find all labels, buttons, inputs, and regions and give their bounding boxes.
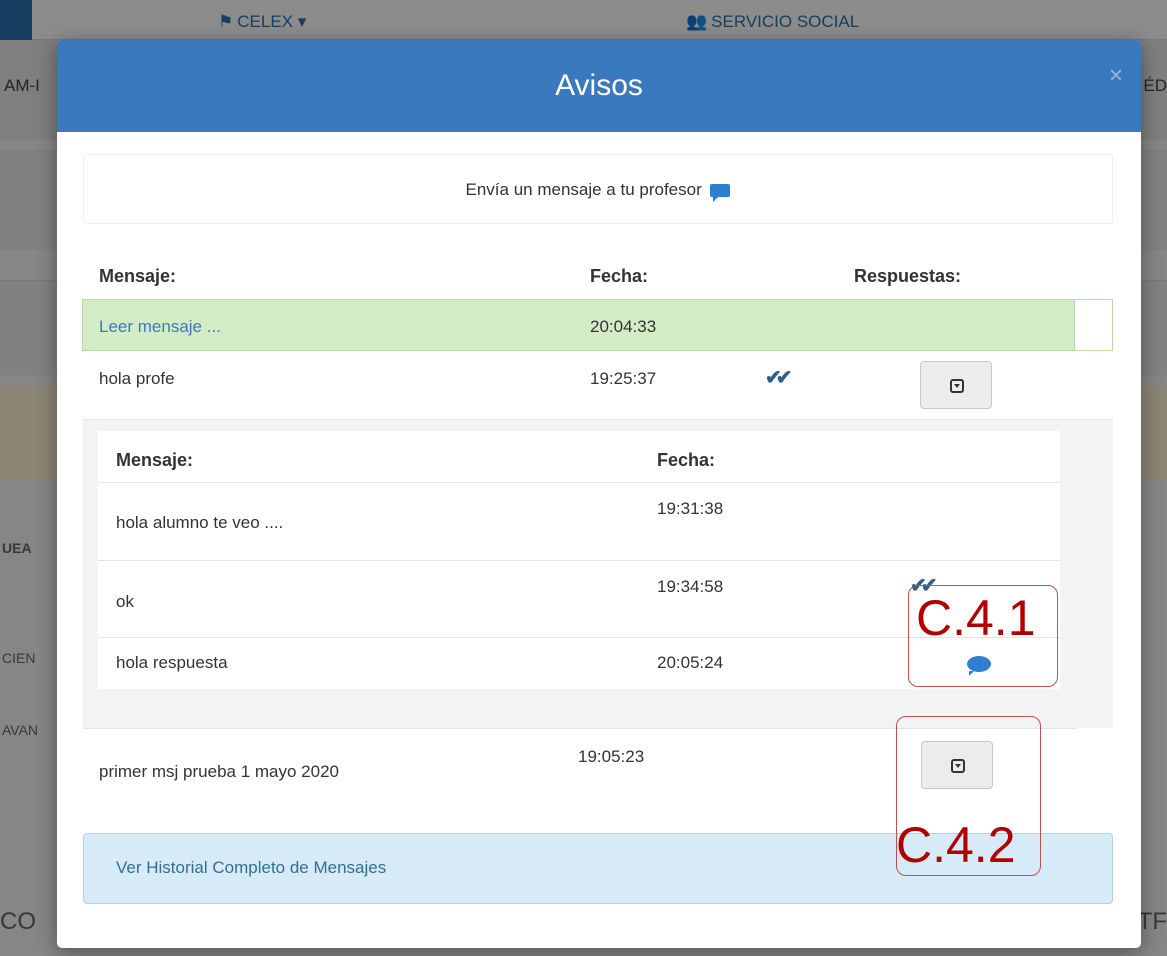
reply-message: hola alumno te veo .... <box>116 513 284 532</box>
send-message-button[interactable]: Envía un mensaje a tu profesor <box>83 154 1113 224</box>
caret-square-down-icon <box>950 379 964 393</box>
divider <box>98 482 1060 483</box>
row-date: 19:25:37 <box>590 369 657 388</box>
divider <box>98 560 1060 561</box>
avisos-modal: Avisos × Envía un mensaje a tu profesor … <box>57 40 1141 948</box>
row-date: 19:05:23 <box>578 747 645 766</box>
reply-message: ok <box>116 592 134 611</box>
header-message: Mensaje: <box>99 266 177 286</box>
annotation-label-c41: C.4.1 <box>916 590 1036 646</box>
modal-title: Avisos <box>555 69 643 102</box>
reply-message: hola respuesta <box>116 653 228 672</box>
reply-date: 19:34:58 <box>657 577 724 596</box>
read-message-link[interactable]: Leer mensaje ... <box>99 317 221 337</box>
send-message-label: Envía un mensaje a tu profesor <box>465 180 702 199</box>
read-checkmark-icon: ✔✔ <box>765 367 792 389</box>
replies-header-message: Mensaje: <box>116 450 194 470</box>
replies-header-date: Fecha: <box>657 450 716 470</box>
header-date: Fecha: <box>590 266 649 286</box>
row-message: primer msj prueba 1 mayo 2020 <box>99 762 340 781</box>
comment-icon <box>710 184 731 203</box>
reply-date: 19:31:38 <box>657 499 724 518</box>
reply-date: 20:05:24 <box>657 653 724 672</box>
header-replies: Respuestas: <box>854 266 962 286</box>
row-empty-cell <box>1074 300 1112 350</box>
close-icon[interactable]: × <box>1109 62 1123 90</box>
annotation-label-c42: C.4.2 <box>896 817 1016 873</box>
toggle-replies-button[interactable] <box>920 361 992 409</box>
row-message: hola profe <box>99 369 175 388</box>
row-date: 20:04:33 <box>590 317 657 336</box>
history-label: Ver Historial Completo de Mensajes <box>116 858 387 877</box>
modal-header: Avisos × <box>57 40 1141 132</box>
